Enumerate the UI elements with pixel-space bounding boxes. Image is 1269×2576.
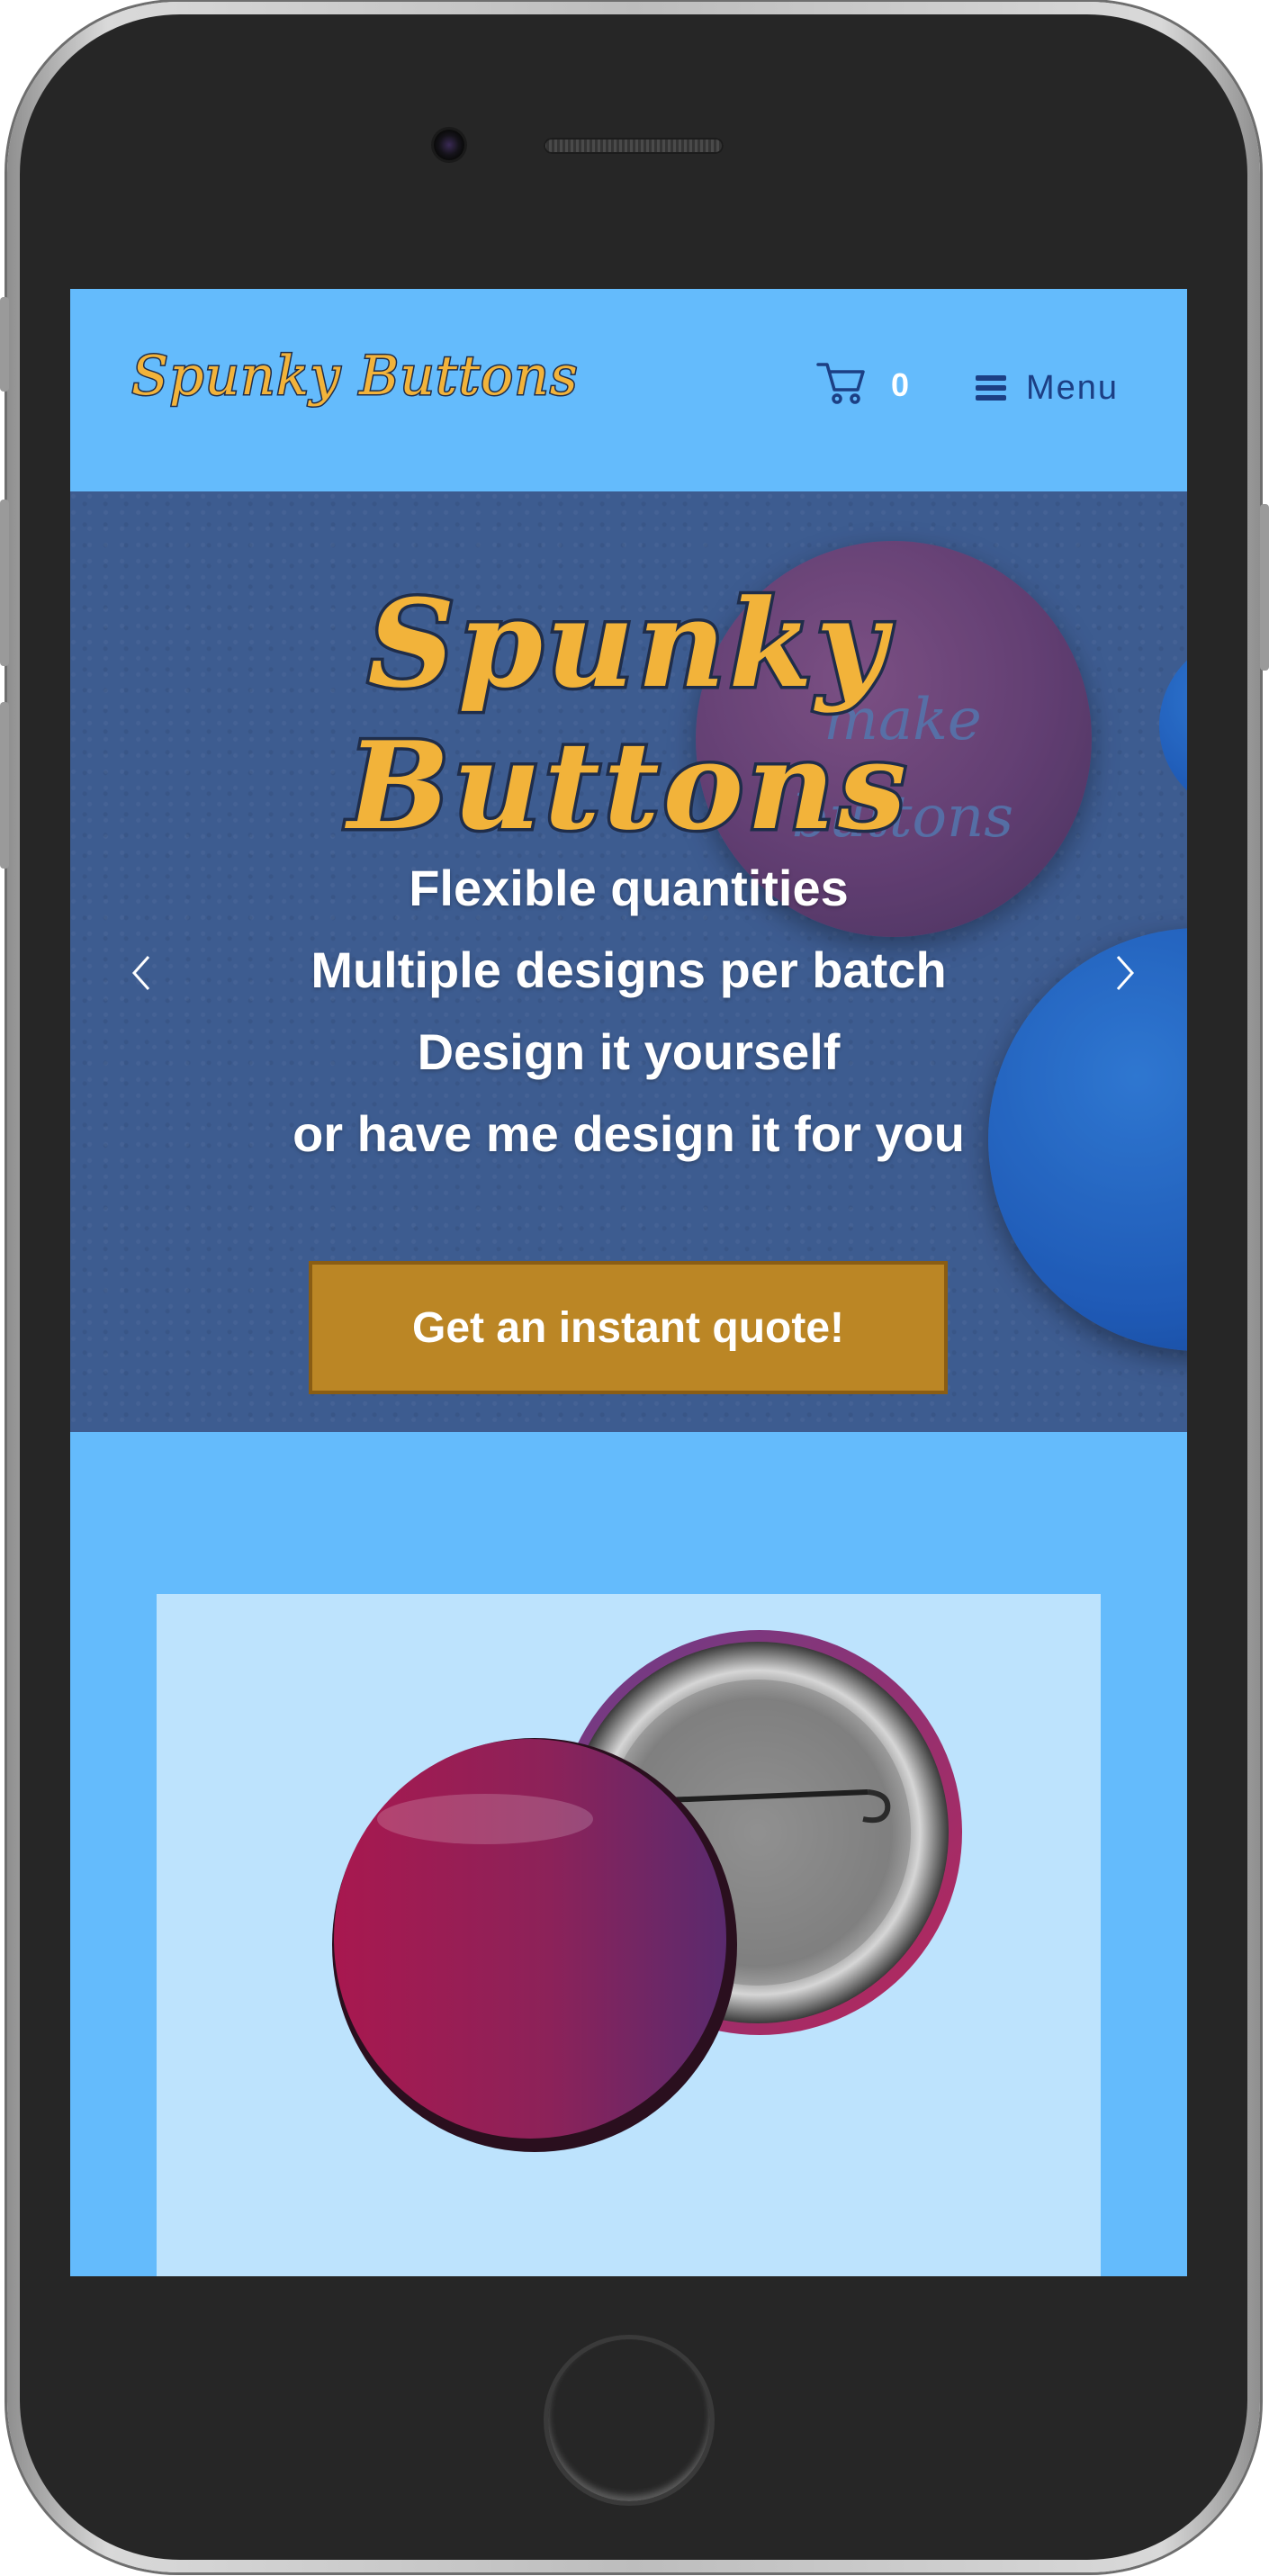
instant-quote-button[interactable]: Get an instant quote! <box>309 1261 948 1394</box>
product-card <box>157 1594 1101 2276</box>
front-camera <box>434 130 464 160</box>
hero-line: Design it yourself <box>417 1023 841 1080</box>
screen: Spunky Buttons 0 Menu make buttons Spunk… <box>70 289 1187 2276</box>
hamburger-menu-icon <box>976 375 1006 401</box>
phone-mute-switch <box>0 297 9 392</box>
hero-title: Spunky Buttons <box>345 570 910 860</box>
cart-icon[interactable] <box>814 357 868 411</box>
cart-count[interactable]: 0 <box>891 366 909 404</box>
site-logo[interactable]: Spunky Buttons <box>130 344 580 410</box>
phone-power-button <box>1260 504 1269 671</box>
hero-line: Flexible quantities <box>409 860 849 916</box>
site-header: Spunky Buttons 0 Menu <box>70 289 1187 491</box>
hero-line: Multiple designs per batch <box>310 941 947 998</box>
hero-line: or have me design it for you <box>292 1105 965 1162</box>
home-button[interactable] <box>544 2335 715 2506</box>
hero-feature-list: Flexible quantities Multiple designs per… <box>70 847 1187 1175</box>
menu-label: Menu <box>1026 368 1120 407</box>
button-pin-product-image <box>332 1630 962 2152</box>
phone-volume-up-button <box>0 500 9 666</box>
chevron-left-icon <box>131 956 150 990</box>
phone-volume-down-button <box>0 702 9 869</box>
slider-next-arrow[interactable] <box>1102 946 1147 1000</box>
hero-slider: make buttons Spunky Buttons Flexible qua… <box>70 491 1187 1432</box>
chevron-right-icon <box>1116 956 1135 990</box>
menu-button[interactable]: Menu <box>976 361 1119 415</box>
slider-prev-arrow[interactable] <box>120 946 165 1000</box>
earpiece-speaker <box>544 138 724 154</box>
